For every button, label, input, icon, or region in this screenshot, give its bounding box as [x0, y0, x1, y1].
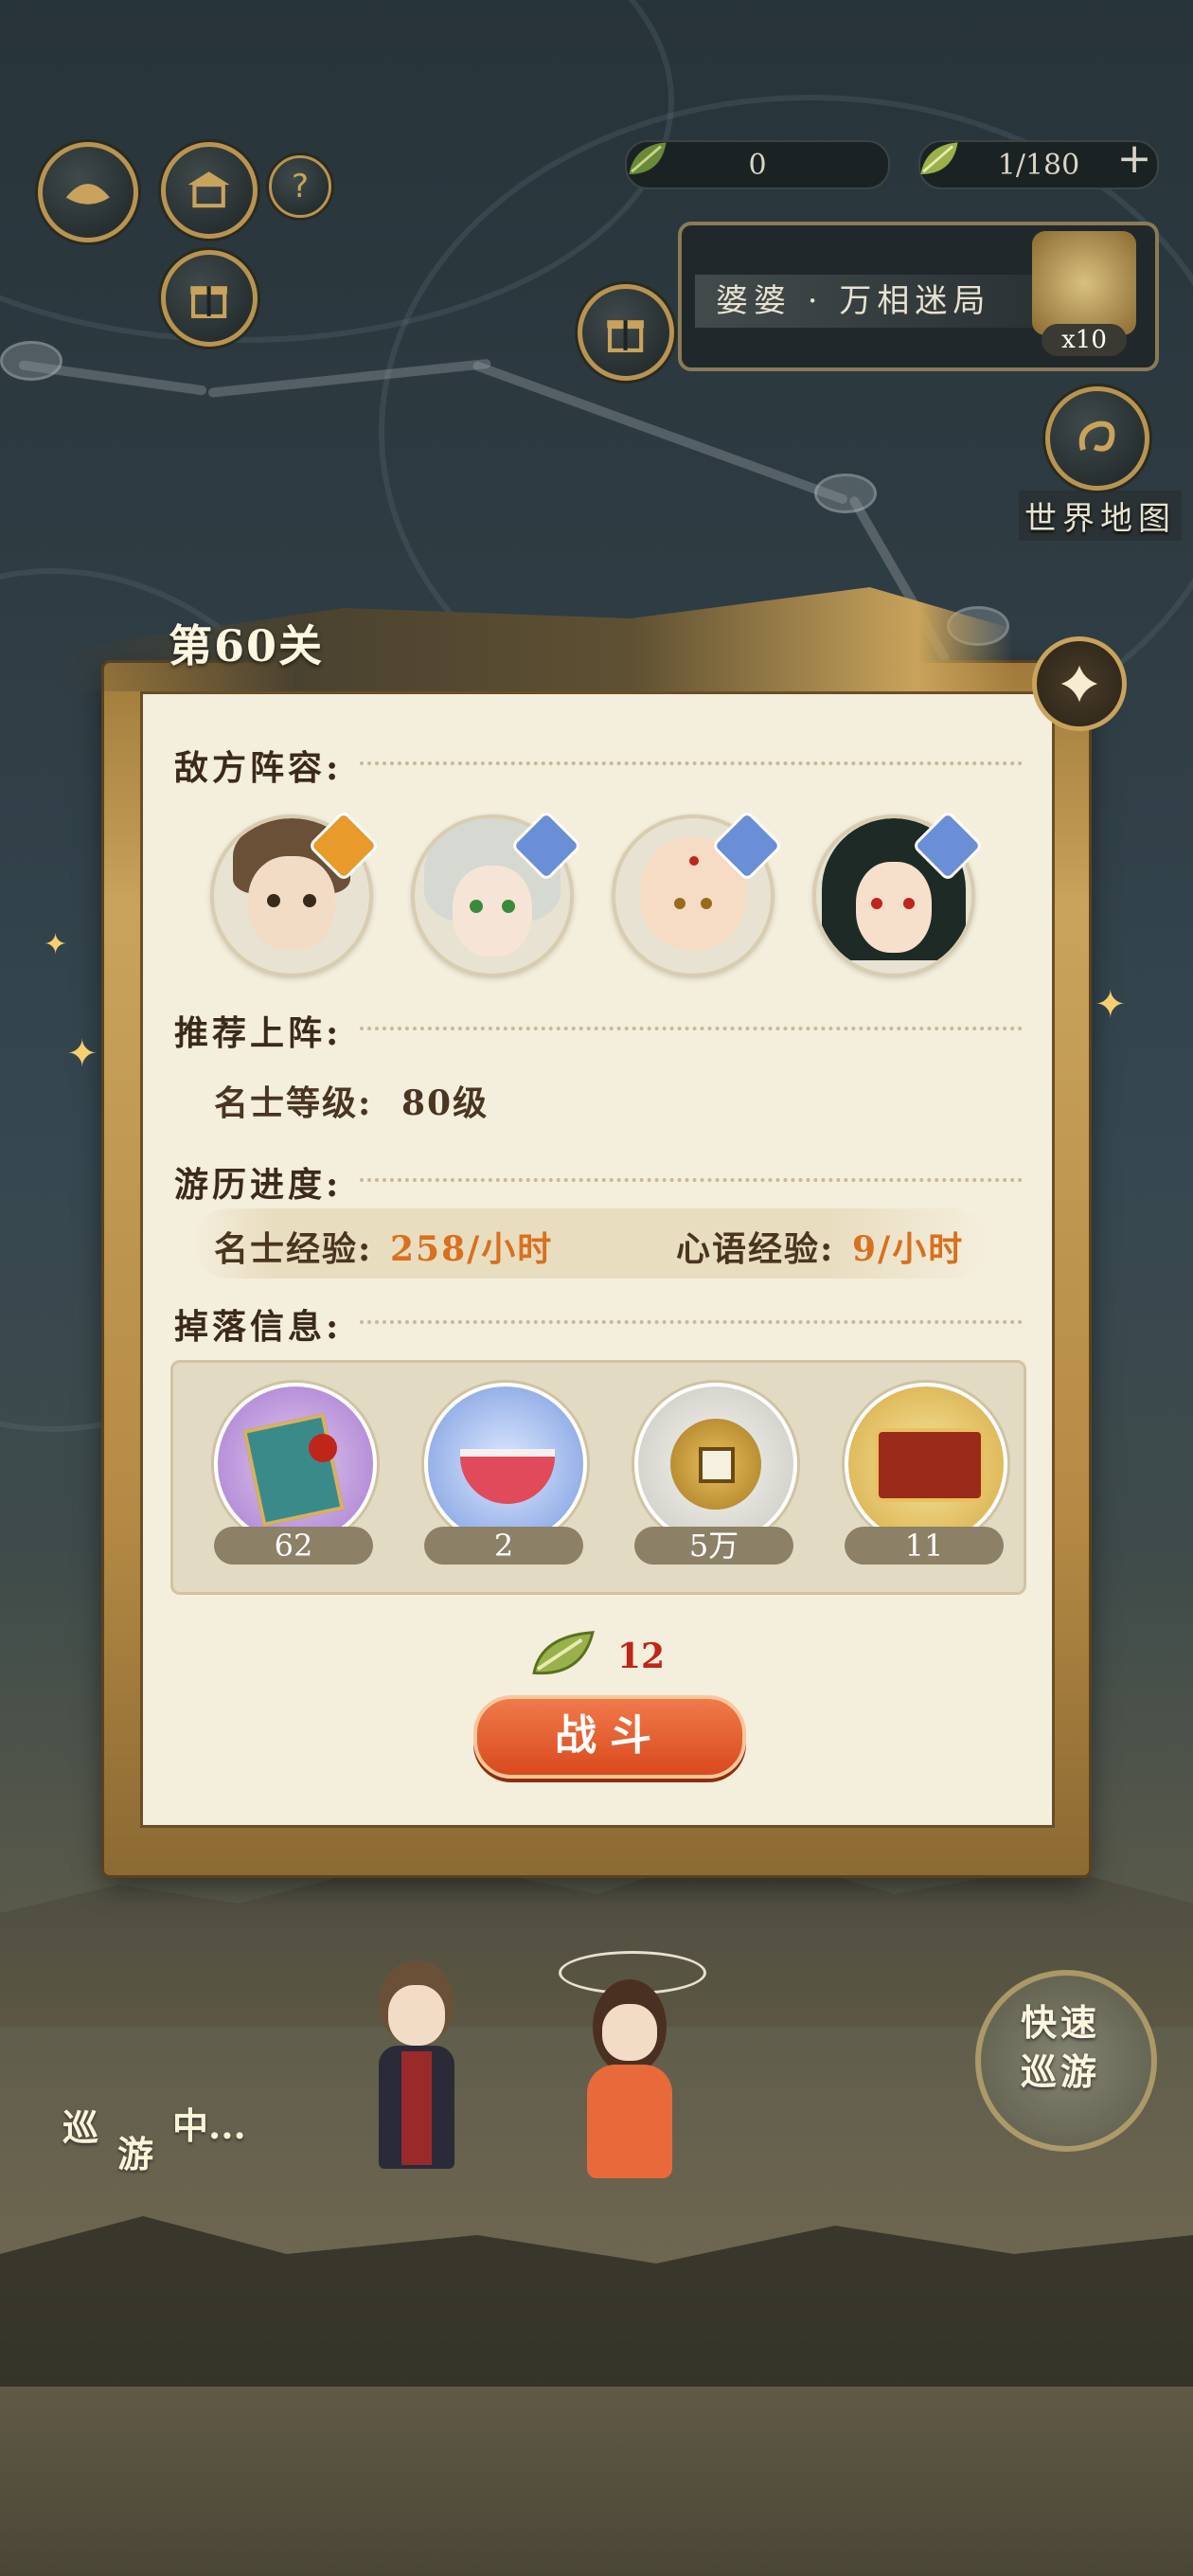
jewelry-box-icon [875, 1428, 985, 1502]
world-map-label: 世界地图 [1019, 491, 1182, 541]
divider [360, 1027, 1023, 1030]
stage-title: 第60关 [169, 620, 325, 671]
close-button[interactable] [1032, 636, 1127, 731]
sparkle-icon: ✦ [66, 1032, 98, 1076]
leaf-icon [629, 142, 667, 174]
touring-status-1: 巡 [62, 2106, 99, 2149]
recommend-level-value: 80级 [401, 1083, 490, 1123]
sparkle-icon: ✦ [1095, 983, 1127, 1027]
book-item-icon [242, 1412, 345, 1528]
gift-button[interactable] [161, 250, 258, 347]
home-button[interactable] [38, 142, 138, 242]
character-chibi-1 [360, 1960, 473, 2178]
leaf-icon [532, 1631, 595, 1675]
question-icon: ? [291, 168, 310, 206]
gift-icon [607, 320, 645, 353]
resource-value: 0 [748, 148, 767, 182]
divider [360, 761, 1023, 765]
battle-button[interactable]: 战斗 [473, 1695, 746, 1779]
celebrity-exp-label: 名士经验: [214, 1229, 373, 1269]
lotus-icon [65, 184, 111, 205]
recommend-label: 推荐上阵: [174, 1013, 343, 1053]
shop-button[interactable] [161, 142, 258, 239]
drop-count-4: 11 [845, 1527, 1004, 1565]
celebrity-exp-value: 258/小时 [390, 1229, 554, 1269]
drop-item-4[interactable] [845, 1383, 1007, 1546]
event-scroll-icon [1032, 231, 1136, 335]
close-icon [1060, 665, 1098, 703]
coin-icon [670, 1419, 761, 1510]
enemy-lineup-label: 敌方阵容: [174, 748, 343, 788]
event-multiplier: x10 [1042, 324, 1127, 356]
progress-label: 游历进度: [174, 1165, 343, 1205]
pavilion-icon [187, 171, 231, 208]
drop-count-1: 62 [214, 1527, 373, 1565]
drop-item-2[interactable] [424, 1383, 587, 1546]
dessert-bowl-icon [460, 1449, 555, 1504]
drops-label: 掉落信息: [174, 1307, 343, 1347]
drop-count-3: 5万 [634, 1527, 793, 1565]
heart-exp-value: 9/小时 [852, 1229, 965, 1269]
dragon-icon [1078, 420, 1115, 452]
gift-icon [190, 286, 228, 319]
touring-status-2: 游 [117, 2133, 154, 2175]
map-gift-button[interactable] [578, 284, 674, 381]
recommend-level-label: 名士等级: [214, 1083, 373, 1123]
stamina-cost: 12 [617, 1637, 666, 1676]
help-button[interactable]: ? [269, 155, 331, 218]
character-chibi-2 [559, 1951, 706, 2188]
sparkle-icon: ✦ [44, 928, 68, 961]
drop-item-1[interactable] [214, 1383, 377, 1546]
drop-item-3[interactable] [634, 1383, 797, 1546]
event-title: 婆婆 · 万相迷局 [695, 275, 1074, 328]
quick-tour-label: 快速巡游 [1020, 2001, 1100, 2093]
event-banner[interactable]: 婆婆 · 万相迷局 x10 [678, 222, 1159, 371]
world-map-button[interactable] [1045, 386, 1149, 491]
divider [360, 1320, 1023, 1324]
leaf-icon [920, 142, 958, 174]
heart-exp-label: 心语经验: [676, 1229, 835, 1269]
add-resource-button[interactable]: + [1113, 138, 1155, 180]
touring-status-3: 中... [172, 2104, 246, 2147]
resource-value: 1/180 [997, 148, 1080, 182]
drop-count-2: 2 [424, 1527, 583, 1565]
divider [360, 1178, 1023, 1182]
